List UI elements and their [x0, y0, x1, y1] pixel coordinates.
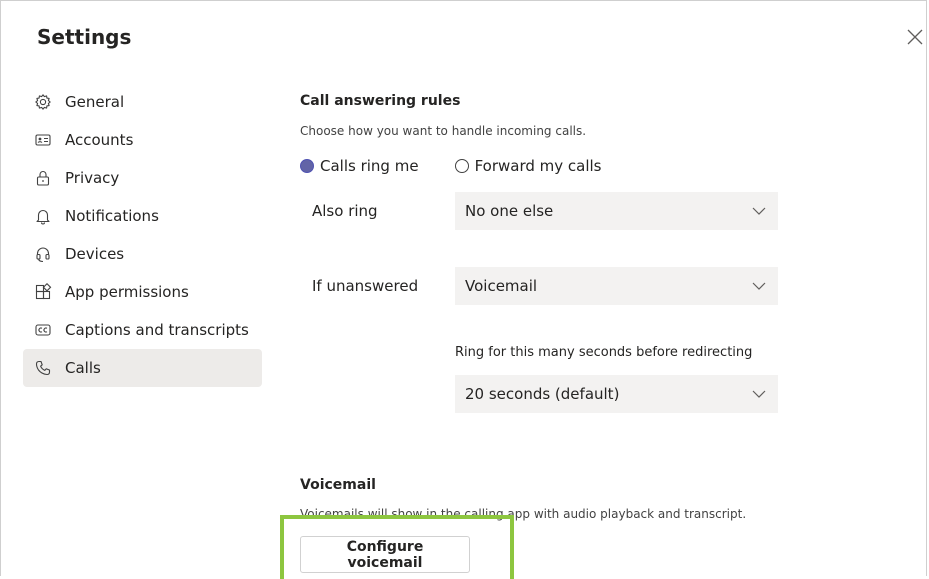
radio-unchecked-icon: [454, 159, 469, 173]
nav-item-label: Privacy: [65, 169, 120, 187]
nav-item-label: App permissions: [65, 283, 189, 301]
chevron-down-icon: [752, 390, 766, 398]
settings-dialog: Settings General Accounts Privacy Notifi…: [0, 0, 927, 576]
nav-item-captions[interactable]: Captions and transcripts: [23, 311, 262, 349]
ring-seconds-dropdown[interactable]: 20 seconds (default): [455, 375, 778, 413]
nav-item-calls[interactable]: Calls: [23, 349, 262, 387]
nav-item-app-permissions[interactable]: App permissions: [23, 273, 262, 311]
chevron-down-icon: [752, 282, 766, 290]
nav-item-notifications[interactable]: Notifications: [23, 197, 262, 235]
nav-item-label: Devices: [65, 245, 125, 263]
captions-icon: [34, 321, 52, 339]
nav-item-label: General: [65, 93, 125, 111]
nav-item-privacy[interactable]: Privacy: [23, 159, 262, 197]
voicemail-heading: Voicemail: [300, 477, 376, 493]
dropdown-value: No one else: [465, 202, 554, 220]
bell-icon: [34, 207, 52, 225]
id-card-icon: [34, 131, 52, 149]
nav-item-devices[interactable]: Devices: [23, 235, 262, 273]
gear-icon: [34, 93, 52, 111]
voicemail-description: Voicemails will show in the calling app …: [300, 507, 747, 521]
dropdown-value: 20 seconds (default): [465, 385, 620, 403]
nav-item-label: Calls: [65, 359, 101, 377]
nav-item-label: Accounts: [65, 131, 134, 149]
configure-voicemail-button[interactable]: Configure voicemail: [300, 536, 470, 573]
nav-item-label: Notifications: [65, 207, 159, 225]
radio-calls-ring-me[interactable]: Calls ring me: [300, 157, 419, 175]
radio-checked-icon: [300, 159, 314, 173]
radio-forward-my-calls[interactable]: Forward my calls: [454, 157, 602, 175]
if-unanswered-dropdown[interactable]: Voicemail: [455, 267, 778, 305]
ring-seconds-label: Ring for this many seconds before redire…: [455, 345, 753, 360]
close-icon[interactable]: [905, 27, 925, 47]
apps-icon: [34, 283, 52, 301]
lock-icon: [34, 169, 52, 187]
nav-item-general[interactable]: General: [23, 83, 262, 121]
call-answering-options: Calls ring me Forward my calls: [300, 157, 602, 175]
also-ring-dropdown[interactable]: No one else: [455, 192, 778, 230]
dialog-title: Settings: [37, 25, 132, 49]
nav-item-accounts[interactable]: Accounts: [23, 121, 262, 159]
chevron-down-icon: [752, 207, 766, 215]
calls-settings-panel: Call answering rules Choose how you want…: [300, 1, 900, 576]
call-answering-description: Choose how you want to handle incoming c…: [300, 124, 587, 138]
headset-icon: [34, 245, 52, 263]
if-unanswered-label: If unanswered: [312, 277, 419, 295]
phone-icon: [34, 359, 52, 377]
radio-label: Calls ring me: [320, 157, 419, 175]
also-ring-label: Also ring: [312, 202, 378, 220]
call-answering-heading: Call answering rules: [300, 93, 461, 109]
settings-nav: General Accounts Privacy Notifications D…: [23, 83, 262, 387]
radio-label: Forward my calls: [474, 157, 602, 175]
nav-item-label: Captions and transcripts: [65, 321, 249, 339]
dropdown-value: Voicemail: [465, 277, 538, 295]
